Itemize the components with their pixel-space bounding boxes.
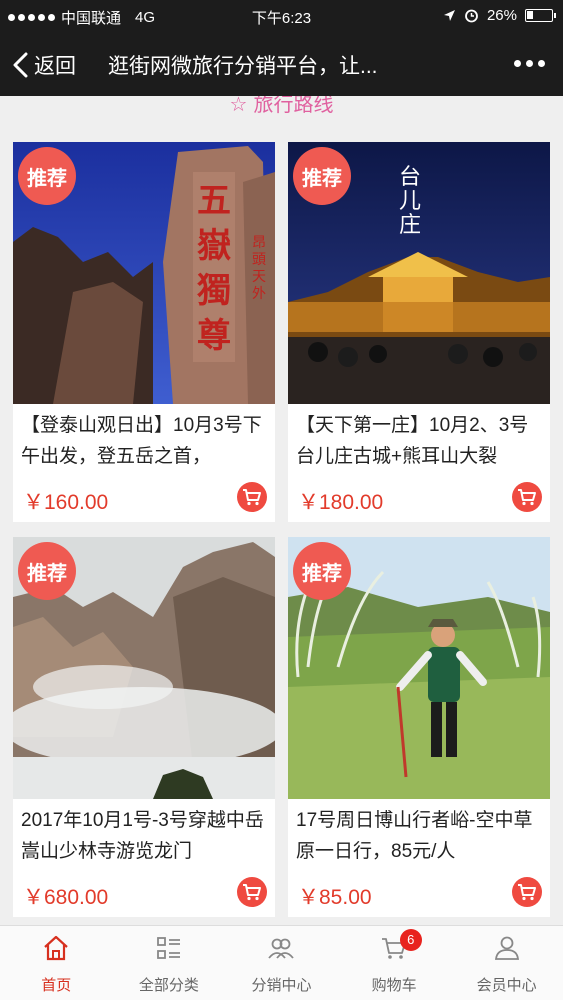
product-title[interactable]: 2017年10月1号-3号穿越中岳嵩山少林寺游览龙门 [21,805,271,867]
image-caption-char: 儿 [399,189,421,214]
section-header: ☆ 旅行路线 [0,96,563,118]
product-title[interactable]: 17号周日博山行者峪-空中草原一日行，85元/人 [296,805,546,867]
add-to-cart-button[interactable] [237,877,267,907]
tab-categories[interactable]: 全部分类 [113,926,226,1000]
tab-label: 全部分类 [138,977,199,994]
rock-side-char: 頭 [252,252,266,268]
image-caption-char: 庄 [399,213,421,238]
tab-label: 分销中心 [251,977,312,994]
product-price: ￥680.00 [23,886,109,909]
more-button[interactable] [514,60,545,67]
tab-member[interactable]: 会员中心 [450,926,563,1000]
recommend-badge: 推荐 [18,542,76,600]
recommend-badge: 推荐 [293,542,351,600]
product-price: ￥85.00 [298,886,372,909]
tab-label: 会员中心 [476,977,537,994]
product-price: ￥160.00 [23,491,109,514]
alarm-icon [465,9,478,23]
cart-icon [243,884,261,901]
tab-home[interactable]: 首页 [0,926,113,1000]
cart-icon [518,884,536,901]
member-icon [494,936,519,960]
image-caption-char: 台 [399,165,421,190]
category-icon [156,937,180,959]
product-card[interactable]: 推荐 17号周日博山行者峪-空中草原一日行，85元/人 ￥85.00 [288,537,550,917]
tab-distribution[interactable]: 分销中心 [225,926,338,1000]
distribution-icon [268,938,295,959]
rock-inscription-char: 獨 [197,271,231,311]
rock-inscription-char: 五 [197,181,231,221]
nav-bar: 返回 逛街网微旅行分销平台，让... [0,32,563,96]
page-title: 逛街网微旅行分销平台，让... [108,55,378,78]
home-icon [44,935,69,961]
rock-side-char: 昂 [252,235,266,251]
tab-label: 首页 [41,977,72,994]
bottom-tab-bar: 首页 全部分类 分销中心 6 购物车 会员中心 [0,925,563,1000]
product-card[interactable]: 台 儿 庄 推荐 【天下第一庄】10月2、3号台儿庄古城+熊耳山大裂 ￥180.… [288,142,550,522]
back-button[interactable]: 返回 [12,50,76,80]
tab-cart[interactable]: 6 购物车 [338,926,451,1000]
recommend-badge: 推荐 [293,147,351,205]
recommend-badge: 推荐 [18,147,76,205]
status-bar: 中国联通 4G 下午6:23 26% [0,0,563,32]
main-content: ☆ 旅行路线 五 嶽 獨 尊 昂 頭 天 外 推荐 【登泰山观日出】10月3号下… [0,96,563,925]
rock-inscription-char: 嶽 [197,226,231,266]
add-to-cart-button[interactable] [512,877,542,907]
rock-inscription-char: 尊 [197,316,231,356]
product-card[interactable]: 五 嶽 獨 尊 昂 頭 天 外 推荐 【登泰山观日出】10月3号下午出发，登五岳… [13,142,275,522]
star-icon: ☆ [229,96,248,116]
rock-side-char: 天 [252,269,266,285]
product-title[interactable]: 【登泰山观日出】10月3号下午出发，登五岳之首， [21,410,271,472]
rock-side-char: 外 [252,286,266,302]
status-right: 26% [443,7,556,24]
product-card[interactable]: 推荐 2017年10月1号-3号穿越中岳嵩山少林寺游览龙门 ￥680.00 [13,537,275,917]
battery-percent: 26% [486,7,517,24]
tab-label: 购物车 [371,977,417,994]
section-title: 旅行路线 [253,96,334,116]
location-arrow-icon [443,10,455,21]
product-title[interactable]: 【天下第一庄】10月2、3号台儿庄古城+熊耳山大裂 [296,410,546,472]
product-price: ￥180.00 [298,491,384,514]
cart-icon [518,489,536,506]
chevron-left-icon [13,52,28,78]
battery-icon [525,9,556,22]
add-to-cart-button[interactable] [237,482,267,512]
add-to-cart-button[interactable] [512,482,542,512]
cart-count-badge: 6 [399,929,422,951]
back-label: 返回 [34,55,76,78]
cart-icon [243,489,261,506]
